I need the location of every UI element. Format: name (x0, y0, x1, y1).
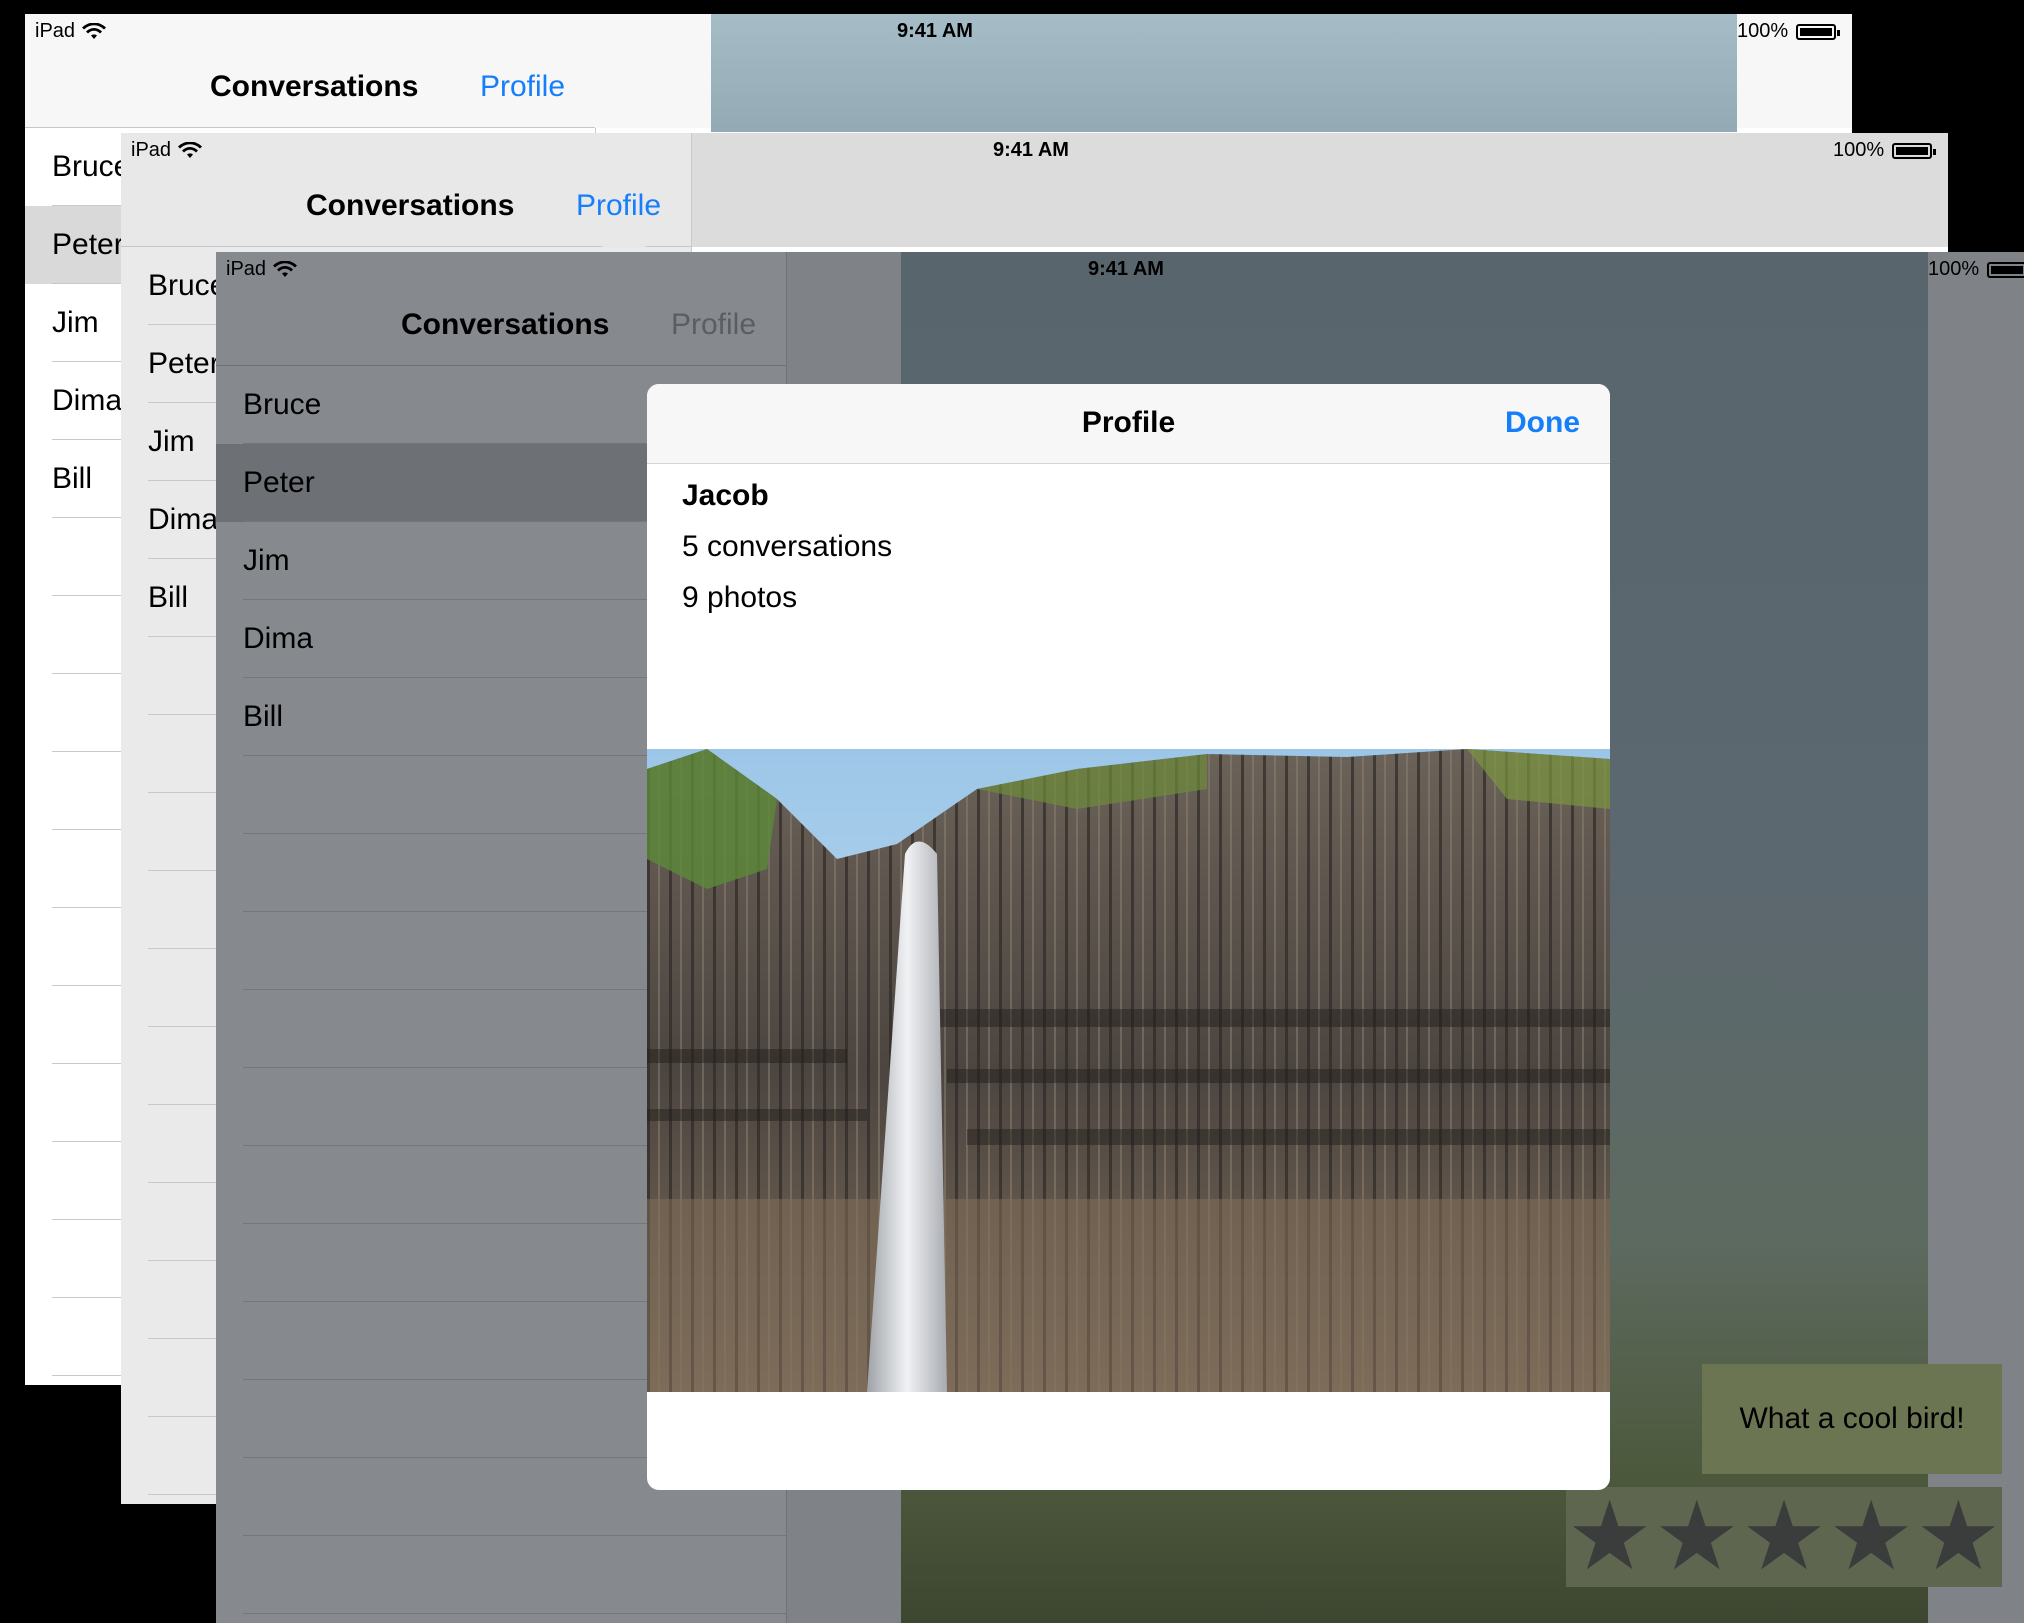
sidebar-navbar: iPad Conversations Profile (216, 252, 786, 366)
modal-header: Profile Done (647, 384, 1610, 464)
status-time: 9:41 AM (897, 20, 973, 42)
sidebar-navbar: iPad Conversations Profile (25, 14, 595, 128)
status-battery: 100% (1928, 258, 2024, 281)
done-button[interactable]: Done (1505, 406, 1580, 440)
modal-title: Profile (1081, 406, 1176, 439)
profile-name: Jacob (682, 479, 769, 512)
photo-preview (711, 14, 1737, 132)
detail-top-bar (691, 133, 1948, 247)
device-label: iPad (226, 258, 267, 280)
profile-photo-count: 9 photos (682, 581, 798, 614)
battery-label: 100% (1928, 258, 1980, 280)
empty-row (216, 1536, 786, 1614)
battery-label: 100% (1833, 139, 1885, 161)
sidebar-title: Conversations (210, 70, 419, 103)
battery-icon (1796, 23, 1841, 40)
device-label: iPad (35, 20, 76, 42)
sidebar-title: Conversations (401, 308, 610, 341)
waterfall-photo (647, 749, 1610, 1392)
star-rating[interactable]: ★ ★ ★ ★ ★ (1566, 1487, 2002, 1587)
star-icon[interactable]: ★ (1741, 1489, 1827, 1585)
status-battery: 100% (1833, 139, 1937, 162)
battery-label: 100% (1737, 20, 1789, 42)
star-icon[interactable]: ★ (1567, 1489, 1653, 1585)
wifi-icon (82, 22, 107, 39)
status-time: 9:41 AM (1088, 258, 1164, 280)
status-time: 9:41 AM (993, 139, 1069, 161)
wifi-icon (273, 260, 298, 277)
status-device: iPad (35, 20, 107, 43)
popover-arrow (602, 225, 646, 247)
wifi-icon (178, 141, 203, 158)
profile-button[interactable]: Profile (480, 70, 565, 104)
star-icon[interactable]: ★ (1915, 1489, 2001, 1585)
status-device: iPad (226, 258, 298, 281)
profile-button[interactable]: Profile (671, 308, 756, 342)
profile-conversation-count: 5 conversations (682, 530, 893, 563)
empty-row (216, 1614, 786, 1623)
status-device: iPad (131, 139, 203, 162)
chat-bubble: What a cool bird! (1702, 1364, 2002, 1474)
device-label: iPad (131, 139, 172, 161)
battery-icon (1892, 142, 1937, 159)
status-battery: 100% (1737, 20, 1841, 43)
profile-modal: Profile Done Jacob 5 conversations 9 pho… (647, 384, 1610, 1490)
sidebar-title: Conversations (306, 189, 515, 222)
star-icon[interactable]: ★ (1828, 1489, 1914, 1585)
profile-button[interactable]: Profile (576, 189, 661, 223)
battery-icon (1987, 261, 2024, 278)
star-icon[interactable]: ★ (1654, 1489, 1740, 1585)
